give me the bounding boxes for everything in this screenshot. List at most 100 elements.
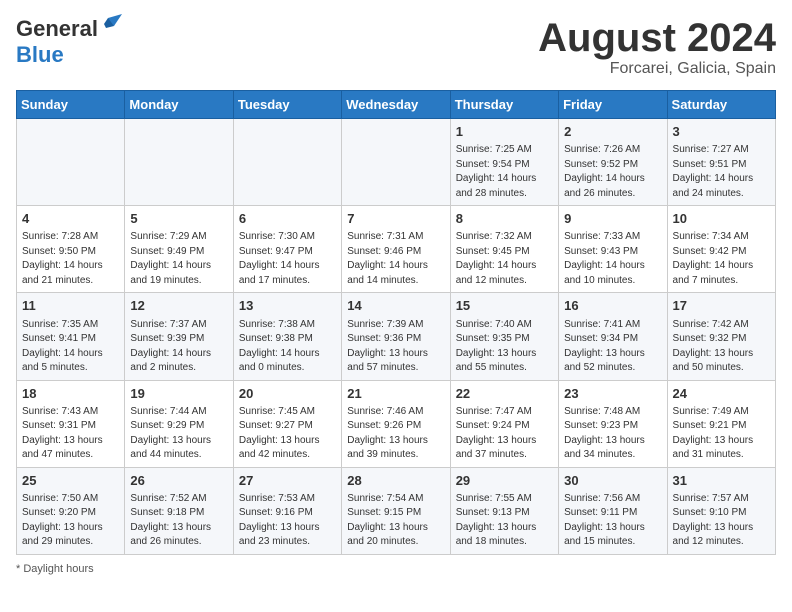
page-header: General Blue August 2024 Forcarei, Galic…	[16, 16, 776, 78]
day-info: Sunrise: 7:28 AM Sunset: 9:50 PM Dayligh…	[22, 230, 119, 288]
calendar-cell: 15 Sunrise: 7:40 AM Sunset: 9:35 PM Dayli…	[450, 293, 558, 380]
week-row-1: 1Sunrise: 7:25 AM Sunset: 9:54 PM Daylig…	[17, 119, 776, 206]
calendar-cell: 6Sunrise: 7:30 AM Sunset: 9:47 PM Daylig…	[233, 206, 341, 293]
calendar-cell: 12Sunrise: 7:37 AM Sunset: 9:39 PM Dayli…	[125, 293, 233, 380]
week-row-3: 11 Sunrise: 7:35 AM Sunset: 9:41 PM Dayli…	[17, 293, 776, 380]
calendar-cell: 4Sunrise: 7:28 AM Sunset: 9:50 PM Daylig…	[17, 206, 125, 293]
day-number: 5	[130, 210, 227, 228]
day-info: Sunrise: 7:49 AM Sunset: 9:21 PM Dayligh…	[673, 405, 770, 463]
day-info: Sunrise: 7:57 AM Sunset: 9:10 PM Dayligh…	[673, 492, 770, 550]
day-info: Sunrise: 7:40 AM Sunset: 9:35 PM Dayligh…	[456, 318, 553, 376]
day-number: 31	[673, 472, 770, 490]
day-number: 2	[564, 123, 661, 141]
calendar-cell: 31 Sunrise: 7:57 AM Sunset: 9:10 PM Dayli…	[667, 467, 775, 554]
weekday-wednesday: Wednesday	[342, 91, 450, 119]
footer-note: * Daylight hours	[16, 563, 776, 575]
day-info: Sunrise: 7:46 AM Sunset: 9:26 PM Dayligh…	[347, 405, 444, 463]
calendar-cell: 27 Sunrise: 7:53 AM Sunset: 9:16 PM Dayli…	[233, 467, 341, 554]
weekday-header-row: SundayMondayTuesdayWednesdayThursdayFrid…	[17, 91, 776, 119]
calendar-cell: 2Sunrise: 7:26 AM Sunset: 9:52 PM Daylig…	[559, 119, 667, 206]
day-info: Sunrise: 7:38 AM Sunset: 9:38 PM Dayligh…	[239, 318, 336, 376]
day-info: Sunrise: 7:39 AM Sunset: 9:36 PM Dayligh…	[347, 318, 444, 376]
calendar-cell: 8Sunrise: 7:32 AM Sunset: 9:45 PM Daylig…	[450, 206, 558, 293]
week-row-2: 4Sunrise: 7:28 AM Sunset: 9:50 PM Daylig…	[17, 206, 776, 293]
weekday-thursday: Thursday	[450, 91, 558, 119]
day-info: Sunrise: 7:27 AM Sunset: 9:51 PM Dayligh…	[673, 143, 770, 201]
weekday-friday: Friday	[559, 91, 667, 119]
calendar-cell: 29 Sunrise: 7:55 AM Sunset: 9:13 PM Dayli…	[450, 467, 558, 554]
calendar-table: SundayMondayTuesdayWednesdayThursdayFrid…	[16, 90, 776, 555]
day-info: Sunrise: 7:35 AM Sunset: 9:41 PM Dayligh…	[22, 318, 119, 376]
day-info: Sunrise: 7:42 AM Sunset: 9:32 PM Dayligh…	[673, 318, 770, 376]
day-number: 29	[456, 472, 553, 490]
day-number: 27	[239, 472, 336, 490]
day-info: Sunrise: 7:54 AM Sunset: 9:15 PM Dayligh…	[347, 492, 444, 550]
day-number: 17	[673, 297, 770, 315]
weekday-saturday: Saturday	[667, 91, 775, 119]
day-info: Sunrise: 7:53 AM Sunset: 9:16 PM Dayligh…	[239, 492, 336, 550]
calendar-cell: 28 Sunrise: 7:54 AM Sunset: 9:15 PM Dayli…	[342, 467, 450, 554]
day-info: Sunrise: 7:50 AM Sunset: 9:20 PM Dayligh…	[22, 492, 119, 550]
calendar-cell: 7 Sunrise: 7:31 AM Sunset: 9:46 PM Daylig…	[342, 206, 450, 293]
calendar-body: 1Sunrise: 7:25 AM Sunset: 9:54 PM Daylig…	[17, 119, 776, 555]
calendar-cell: 25 Sunrise: 7:50 AM Sunset: 9:20 PM Dayli…	[17, 467, 125, 554]
calendar-cell: 11 Sunrise: 7:35 AM Sunset: 9:41 PM Dayli…	[17, 293, 125, 380]
day-number: 18	[22, 385, 119, 403]
day-number: 24	[673, 385, 770, 403]
logo-blue: Blue	[16, 42, 64, 67]
day-number: 22	[456, 385, 553, 403]
day-number: 8	[456, 210, 553, 228]
day-info: Sunrise: 7:55 AM Sunset: 9:13 PM Dayligh…	[456, 492, 553, 550]
day-number: 10	[673, 210, 770, 228]
weekday-sunday: Sunday	[17, 91, 125, 119]
calendar-cell: 9 Sunrise: 7:33 AM Sunset: 9:43 PM Daylig…	[559, 206, 667, 293]
daylight-hours-label: Daylight hours	[23, 563, 93, 575]
title-block: August 2024 Forcarei, Galicia, Spain	[538, 16, 776, 78]
calendar-cell: 14Sunrise: 7:39 AM Sunset: 9:36 PM Dayli…	[342, 293, 450, 380]
day-info: Sunrise: 7:52 AM Sunset: 9:18 PM Dayligh…	[130, 492, 227, 550]
month-title: August 2024	[538, 16, 776, 60]
calendar-cell: 23 Sunrise: 7:48 AM Sunset: 9:23 PM Dayli…	[559, 380, 667, 467]
calendar-cell: 22Sunrise: 7:47 AM Sunset: 9:24 PM Dayli…	[450, 380, 558, 467]
day-info: Sunrise: 7:43 AM Sunset: 9:31 PM Dayligh…	[22, 405, 119, 463]
day-info: Sunrise: 7:45 AM Sunset: 9:27 PM Dayligh…	[239, 405, 336, 463]
day-number: 23	[564, 385, 661, 403]
logo: General Blue	[16, 16, 122, 68]
calendar-cell: 17 Sunrise: 7:42 AM Sunset: 9:32 PM Dayli…	[667, 293, 775, 380]
day-number: 9	[564, 210, 661, 228]
logo-bird-icon	[100, 14, 122, 36]
calendar-cell: 24 Sunrise: 7:49 AM Sunset: 9:21 PM Dayli…	[667, 380, 775, 467]
calendar-cell: 13Sunrise: 7:38 AM Sunset: 9:38 PM Dayli…	[233, 293, 341, 380]
week-row-5: 25 Sunrise: 7:50 AM Sunset: 9:20 PM Dayli…	[17, 467, 776, 554]
day-number: 25	[22, 472, 119, 490]
calendar-cell: 10 Sunrise: 7:34 AM Sunset: 9:42 PM Dayli…	[667, 206, 775, 293]
calendar-cell	[17, 119, 125, 206]
logo-general: General	[16, 16, 98, 41]
calendar-cell: 20 Sunrise: 7:45 AM Sunset: 9:27 PM Dayli…	[233, 380, 341, 467]
day-number: 19	[130, 385, 227, 403]
day-info: Sunrise: 7:31 AM Sunset: 9:46 PM Dayligh…	[347, 230, 444, 288]
calendar-cell: 5Sunrise: 7:29 AM Sunset: 9:49 PM Daylig…	[125, 206, 233, 293]
day-number: 28	[347, 472, 444, 490]
day-number: 20	[239, 385, 336, 403]
day-number: 26	[130, 472, 227, 490]
day-number: 16	[564, 297, 661, 315]
day-number: 7	[347, 210, 444, 228]
week-row-4: 18 Sunrise: 7:43 AM Sunset: 9:31 PM Dayli…	[17, 380, 776, 467]
day-info: Sunrise: 7:25 AM Sunset: 9:54 PM Dayligh…	[456, 143, 553, 201]
calendar-cell: 16 Sunrise: 7:41 AM Sunset: 9:34 PM Dayli…	[559, 293, 667, 380]
day-number: 3	[673, 123, 770, 141]
day-number: 12	[130, 297, 227, 315]
day-info: Sunrise: 7:44 AM Sunset: 9:29 PM Dayligh…	[130, 405, 227, 463]
day-info: Sunrise: 7:41 AM Sunset: 9:34 PM Dayligh…	[564, 318, 661, 376]
day-info: Sunrise: 7:48 AM Sunset: 9:23 PM Dayligh…	[564, 405, 661, 463]
calendar-cell: 3 Sunrise: 7:27 AM Sunset: 9:51 PM Daylig…	[667, 119, 775, 206]
calendar-cell: 26 Sunrise: 7:52 AM Sunset: 9:18 PM Dayli…	[125, 467, 233, 554]
weekday-tuesday: Tuesday	[233, 91, 341, 119]
day-number: 21	[347, 385, 444, 403]
day-info: Sunrise: 7:34 AM Sunset: 9:42 PM Dayligh…	[673, 230, 770, 288]
calendar-cell: 18 Sunrise: 7:43 AM Sunset: 9:31 PM Dayli…	[17, 380, 125, 467]
day-number: 15	[456, 297, 553, 315]
day-number: 11	[22, 297, 119, 315]
day-info: Sunrise: 7:33 AM Sunset: 9:43 PM Dayligh…	[564, 230, 661, 288]
